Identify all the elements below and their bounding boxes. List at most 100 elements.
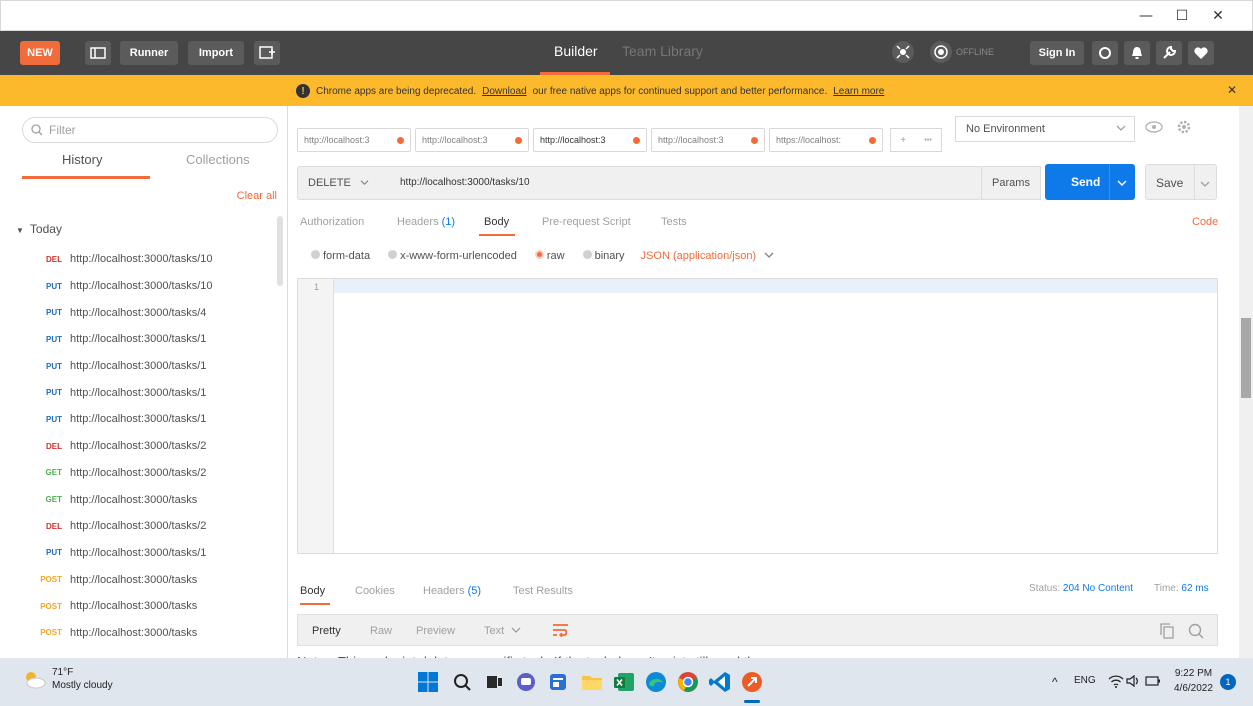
tab-pre-request-script[interactable]: Pre-request Script: [542, 216, 631, 228]
tab-body[interactable]: Body: [484, 216, 509, 228]
history-item[interactable]: PUT http://localhost:3000/tasks/1: [0, 379, 287, 406]
request-tab[interactable]: http://localhost:3: [651, 128, 765, 152]
chrome-icon[interactable]: [676, 670, 700, 694]
tray-overflow-icon[interactable]: ^: [1052, 675, 1058, 689]
interceptor-icon[interactable]: [892, 41, 914, 63]
runner-button[interactable]: Runner: [120, 41, 178, 65]
tab-collections[interactable]: Collections: [186, 152, 250, 167]
history-item[interactable]: PUT http://localhost:3000/tasks/10: [0, 273, 287, 300]
history-item[interactable]: PUT http://localhost:3000/tasks/1: [0, 540, 287, 567]
tab-authorization[interactable]: Authorization: [300, 216, 364, 228]
history-item[interactable]: DEL http://localhost:3000/tasks/2: [0, 433, 287, 460]
radio-form-data[interactable]: form-data: [311, 250, 370, 262]
view-pretty[interactable]: Pretty: [312, 625, 341, 637]
response-tab-cookies[interactable]: Cookies: [355, 585, 395, 597]
notification-badge[interactable]: 1: [1220, 674, 1236, 690]
environment-select[interactable]: No Environment: [955, 116, 1135, 142]
request-tab[interactable]: https://localhost:: [769, 128, 883, 152]
teams-chat-icon[interactable]: [514, 670, 538, 694]
history-item[interactable]: DEL http://localhost:3000/tasks/2: [0, 513, 287, 540]
body-editor[interactable]: 1: [297, 278, 1218, 554]
widgets-icon[interactable]: [546, 670, 570, 694]
wrap-lines-icon[interactable]: [552, 623, 570, 640]
response-tab-body[interactable]: Body: [300, 585, 325, 597]
language-indicator[interactable]: ENG: [1074, 675, 1096, 686]
new-window-icon[interactable]: [254, 41, 280, 65]
bell-icon[interactable]: [1124, 41, 1150, 65]
send-button[interactable]: Send: [1045, 164, 1135, 200]
request-tab[interactable]: http://localhost:3: [533, 128, 647, 152]
copy-icon[interactable]: [1160, 623, 1174, 642]
import-button[interactable]: Import: [188, 41, 244, 65]
close-button[interactable]: ✕: [1200, 5, 1236, 27]
sidebar-toggle-icon[interactable]: [85, 41, 111, 65]
view-raw[interactable]: Raw: [370, 625, 392, 637]
excel-icon[interactable]: [612, 670, 636, 694]
history-item[interactable]: GET http://localhost:3000/tasks: [0, 486, 287, 513]
search-icon[interactable]: [1188, 623, 1204, 642]
request-tab[interactable]: http://localhost:3: [415, 128, 529, 152]
content-type-select[interactable]: JSON (application/json): [641, 250, 775, 262]
file-explorer-icon[interactable]: [580, 670, 604, 694]
radio-urlencoded[interactable]: x-www-form-urlencoded: [388, 250, 517, 262]
history-item[interactable]: GET http://localhost:3000/tasks/2: [0, 460, 287, 487]
response-tab-test-results[interactable]: Test Results: [513, 585, 573, 597]
tab-tests[interactable]: Tests: [661, 216, 687, 228]
format-select[interactable]: Text: [484, 625, 521, 637]
tab-builder[interactable]: Builder: [554, 43, 598, 59]
send-dropdown-icon[interactable]: [1117, 176, 1127, 190]
clear-all-link[interactable]: Clear all: [237, 190, 277, 202]
volume-icon[interactable]: [1126, 674, 1142, 691]
battery-icon[interactable]: [1145, 675, 1161, 690]
sign-in-button[interactable]: Sign In: [1030, 41, 1084, 65]
windows-start-icon[interactable]: [416, 670, 440, 694]
task-view-icon[interactable]: [482, 670, 506, 694]
radio-binary[interactable]: binary: [582, 250, 625, 262]
tab-headers[interactable]: Headers (1): [397, 216, 455, 228]
wifi-icon[interactable]: [1108, 674, 1124, 691]
system-clock[interactable]: 9:22 PM 4/6/2022: [1174, 666, 1213, 696]
banner-close-icon[interactable]: ✕: [1227, 83, 1237, 97]
params-button[interactable]: Params: [981, 166, 1041, 200]
response-tab-headers[interactable]: Headers (5): [423, 585, 481, 597]
history-item[interactable]: POST http://localhost:3000/tasks: [0, 566, 287, 593]
filter-input[interactable]: Filter: [22, 117, 278, 143]
history-item[interactable]: PUT http://localhost:3000/tasks/1: [0, 326, 287, 353]
edge-browser-icon[interactable]: [644, 670, 668, 694]
history-item[interactable]: PUT http://localhost:3000/tasks/4: [0, 299, 287, 326]
radio-raw[interactable]: raw: [534, 250, 565, 262]
view-preview[interactable]: Preview: [416, 625, 455, 637]
eye-icon[interactable]: [1145, 120, 1163, 137]
gear-icon[interactable]: [1176, 119, 1192, 138]
history-item[interactable]: POST http://localhost:3000/tasks: [0, 620, 287, 647]
history-item[interactable]: PUT http://localhost:3000/tasks/1: [0, 406, 287, 433]
postman-icon[interactable]: [740, 670, 764, 694]
vscode-icon[interactable]: [708, 670, 732, 694]
history-item[interactable]: POST http://localhost:3000/tasks: [0, 593, 287, 620]
url-input[interactable]: http://localhost:3000/tasks/10: [400, 177, 530, 188]
history-item[interactable]: DEL http://localhost:3000/tasks/10: [0, 246, 287, 273]
request-tab[interactable]: http://localhost:3: [297, 128, 411, 152]
tab-team-library[interactable]: Team Library: [622, 43, 703, 59]
download-link[interactable]: Download: [482, 86, 526, 97]
add-tab-button[interactable]: +: [900, 135, 906, 146]
taskbar-search-icon[interactable]: [450, 670, 474, 694]
sidebar-scrollbar[interactable]: [277, 216, 283, 286]
weather-widget[interactable]: 71°F Mostly cloudy: [22, 666, 113, 692]
history-item[interactable]: PUT http://localhost:3000/tasks/1: [0, 353, 287, 380]
maximize-button[interactable]: ☐: [1164, 5, 1200, 27]
wrench-icon[interactable]: [1156, 41, 1182, 65]
save-dropdown-icon[interactable]: [1200, 177, 1210, 191]
tab-more-icon[interactable]: •••: [924, 137, 931, 144]
sync-icon[interactable]: [1092, 41, 1118, 65]
code-link[interactable]: Code: [1192, 216, 1218, 228]
sync-status-icon[interactable]: [930, 41, 952, 63]
new-button[interactable]: NEW: [20, 41, 60, 65]
main-scrollbar-thumb[interactable]: [1241, 318, 1251, 398]
heart-icon[interactable]: [1188, 41, 1214, 65]
tab-history[interactable]: History: [62, 152, 102, 167]
learn-more-link[interactable]: Learn more: [833, 86, 884, 97]
minimize-button[interactable]: —: [1128, 5, 1164, 27]
save-button[interactable]: Save: [1145, 164, 1217, 200]
history-group-today[interactable]: ▼ Today: [16, 222, 62, 236]
